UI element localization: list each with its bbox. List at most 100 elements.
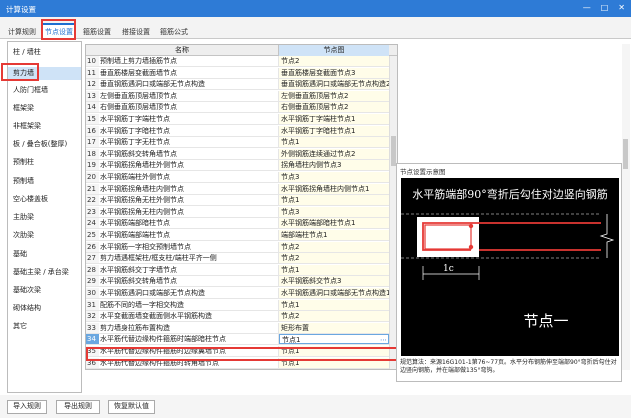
table-row[interactable]: 22 水平钢筋拐角无柱外侧节点 节点1 xyxy=(86,195,397,207)
row-node-value[interactable]: 节点1 xyxy=(279,195,389,206)
category-item[interactable]: 次肋梁 xyxy=(8,229,81,242)
category-item[interactable]: 砌体结构 xyxy=(8,302,81,315)
table-row[interactable]: 17 水平钢筋丁字无柱节点 节点1 xyxy=(86,137,397,149)
table-row[interactable]: 11 垂直筋楼层变截面墙节点 垂直筋楼层变截面节点3 xyxy=(86,67,397,79)
category-item[interactable]: 其它 xyxy=(8,320,81,333)
row-node-value[interactable]: 拐角墙柱内侧节点3 xyxy=(279,160,389,171)
col-header-node: 节点图 xyxy=(279,45,389,56)
row-node-value[interactable]: 水平钢筋丁字端柱节点1 xyxy=(279,114,389,124)
row-number: 23 xyxy=(86,206,99,217)
row-node-value[interactable]: 节点2 xyxy=(279,253,389,264)
table-row[interactable]: 26 水平钢筋一字相交预制墙节点 节点2 xyxy=(86,241,397,253)
row-node-value[interactable]: 节点2 xyxy=(279,311,389,322)
row-node-value[interactable]: 节点1 xyxy=(279,299,389,310)
row-node-value[interactable]: 节点1 xyxy=(279,137,389,148)
row-node-value[interactable]: 节点2 xyxy=(279,56,389,66)
node-diagram: 水平筋端部90°弯折后勾住对边竖向钢筋 1c 节点一 xyxy=(401,178,619,356)
row-name: 水平钢筋拐角无柱内侧节点 xyxy=(100,206,279,217)
category-highlight-box xyxy=(1,63,39,81)
table-row[interactable]: 32 水平变截面墙变截面侧水平钢筋构造 节点2 xyxy=(86,311,397,323)
table-row[interactable]: 24 水平钢筋端部暗柱节点 水平钢筋端部暗柱节点1 xyxy=(86,218,397,230)
row-number: 17 xyxy=(86,137,99,148)
preview-note: 规范算法：来源16G101-1第76~77页。水平分布钢筋伸至端部90°弯折后勾… xyxy=(400,359,617,374)
table-row[interactable]: 21 水平钢筋拐角墙柱内侧节点 水平钢筋拐角墙柱内侧节点1 xyxy=(86,183,397,195)
row-number: 21 xyxy=(86,183,99,194)
row-node-value[interactable]: 左侧垂直筋顶层节点2 xyxy=(279,90,389,101)
restore-defaults-button[interactable]: 恢复默认值 xyxy=(108,400,155,414)
close-icon[interactable]: ✕ xyxy=(618,3,625,12)
row-name: 水平钢筋端柱外侧节点 xyxy=(100,172,279,182)
maximize-icon[interactable]: □ xyxy=(601,3,609,12)
table-row[interactable]: 19 水平钢筋拐角墙柱外侧节点 拐角墙柱内侧节点3 xyxy=(86,160,397,172)
row-node-value[interactable]: 垂直钢筋遇洞口或端部无节点构造2 xyxy=(279,79,389,90)
row-number: 12 xyxy=(86,79,99,90)
table-row[interactable]: 15 水平钢筋丁字端柱节点 水平钢筋丁字端柱节点1 xyxy=(86,114,397,125)
row-node-value[interactable]: 右侧垂直筋顶层节点2 xyxy=(279,102,389,113)
category-item[interactable]: 预制柱 xyxy=(8,156,81,169)
row-node-value[interactable]: 矩形布置 xyxy=(279,322,389,333)
diagram-node-label: 节点一 xyxy=(523,312,568,330)
category-item[interactable]: 框架梁 xyxy=(8,102,81,115)
row-node-value[interactable]: 节点3 xyxy=(279,172,389,182)
row-node-value[interactable]: 节点3 xyxy=(279,206,389,217)
tab-stirrup-formula[interactable]: 箍筋公式 xyxy=(158,25,190,39)
category-list: 柱 / 墙柱 剪力墙 人防门框墙 框架梁 非框架梁 板 / 叠合板(整厚) 预制… xyxy=(7,41,82,393)
table-row[interactable]: 16 水平钢筋丁字暗柱节点 水平钢筋丁字暗柱节点1 xyxy=(86,125,397,137)
tab-stirrup-settings[interactable]: 箍筋设置 xyxy=(81,25,113,39)
category-item[interactable]: 非框架梁 xyxy=(8,120,81,133)
category-item[interactable]: 基础主梁 / 承台梁 xyxy=(8,266,81,279)
export-rules-button[interactable]: 导出规则 xyxy=(56,400,100,414)
table-row[interactable]: 29 水平钢筋斜交转角墙节点 水平钢筋斜交节点3 xyxy=(86,276,397,288)
row-node-value[interactable]: 外侧钢筋连续通过节点2 xyxy=(279,148,389,159)
table-row[interactable]: 12 垂直钢筋遇洞口或端部无节点构造 垂直钢筋遇洞口或端部无节点构造2 xyxy=(86,79,397,91)
table-row[interactable]: 23 水平钢筋拐角无柱内侧节点 节点3 xyxy=(86,206,397,218)
row-name: 水平钢筋斜交丁字墙节点 xyxy=(100,264,279,275)
table-row[interactable]: 27 剪力墙遇框架柱/框支柱/端柱平齐一侧 节点2 xyxy=(86,253,397,265)
category-item[interactable]: 基础次梁 xyxy=(8,284,81,297)
row-number: 33 xyxy=(86,322,99,333)
row-node-value[interactable]: 节点1 xyxy=(279,264,389,275)
row-number: 25 xyxy=(86,230,99,240)
table-row[interactable]: 18 水平钢筋斜交转角墙节点 外侧钢筋连续通过节点2 xyxy=(86,148,397,160)
table-row[interactable]: 14 右侧垂直筋顶层墙顶节点 右侧垂直筋顶层节点2 xyxy=(86,102,397,114)
minimize-icon[interactable]: — xyxy=(583,3,591,12)
category-item[interactable]: 基础 xyxy=(8,248,81,261)
table-row[interactable]: 33 剪力墙身拉筋布置构造 矩形布置 xyxy=(86,322,397,334)
category-item[interactable]: 主肋梁 xyxy=(8,211,81,224)
table-row[interactable]: 31 配筋不同的墙一字相交构造 节点1 xyxy=(86,299,397,311)
window-scroll-thumb[interactable] xyxy=(623,139,628,169)
row-number: 15 xyxy=(86,114,99,124)
tab-calc-rules[interactable]: 计算规则 xyxy=(6,25,38,39)
row-node-value[interactable]: 水平钢筋丁字暗柱节点1 xyxy=(279,125,389,136)
tab-highlight-box xyxy=(41,19,76,40)
table-row[interactable]: 10 预制墙上剪力墙插筋节点 节点2 xyxy=(86,56,397,67)
table-row[interactable]: 28 水平钢筋斜交丁字墙节点 节点1 xyxy=(86,264,397,276)
import-rules-button[interactable]: 导入规则 xyxy=(7,400,47,414)
table-row[interactable]: 20 水平钢筋端柱外侧节点 节点3 xyxy=(86,172,397,183)
row-node-value[interactable]: 水平钢筋斜交节点3 xyxy=(279,276,389,287)
row-node-value[interactable]: 端部端柱节点1 xyxy=(279,230,389,240)
table-row[interactable]: 30 水平钢筋遇洞口或端部无节点构造 水平钢筋遇洞口或端部无节点构造1 xyxy=(86,288,397,299)
category-item[interactable]: 人防门框墙 xyxy=(8,84,81,97)
settings-tabs: 计算规则 节点设置 箍筋设置 搭接设置 箍筋公式 xyxy=(0,17,631,39)
category-item[interactable]: 空心楼盖板 xyxy=(8,193,81,206)
table-row[interactable]: 25 水平钢筋端部端柱节点 端部端柱节点1 xyxy=(86,230,397,241)
category-item[interactable]: 柱 / 墙柱 xyxy=(8,46,81,59)
row-name: 水平钢筋斜交转角墙节点 xyxy=(100,148,279,159)
row-node-value[interactable]: 水平钢筋拐角墙柱内侧节点1 xyxy=(279,183,389,194)
tab-lap-settings[interactable]: 搭接设置 xyxy=(120,25,152,39)
table-row[interactable]: 13 左侧垂直筋顶层墙顶节点 左侧垂直筋顶层节点2 xyxy=(86,90,397,102)
row-name: 左侧垂直筋顶层墙顶节点 xyxy=(100,90,279,101)
ellipsis-icon[interactable]: ⋯ xyxy=(380,335,387,346)
row-node-value[interactable]: 水平钢筋遇洞口或端部无节点构造1 xyxy=(279,288,389,298)
table-row-selected[interactable]: 34 水平筋代替边缘构件箍筋时端部暗柱节点 节点1 ⋯ xyxy=(86,334,397,346)
row-node-value[interactable]: 节点1 xyxy=(279,334,389,345)
row-number: 27 xyxy=(86,253,99,264)
row-node-value[interactable]: 节点2 xyxy=(279,241,389,252)
category-item[interactable]: 板 / 叠合板(整厚) xyxy=(8,138,81,151)
row-node-value[interactable]: 水平钢筋端部暗柱节点1 xyxy=(279,218,389,229)
window-scrollbar[interactable] xyxy=(622,44,630,370)
category-item[interactable]: 预制墙 xyxy=(8,175,81,188)
grid-scroll-thumb[interactable] xyxy=(391,136,396,166)
row-node-value[interactable]: 垂直筋楼层变截面节点3 xyxy=(279,67,389,78)
